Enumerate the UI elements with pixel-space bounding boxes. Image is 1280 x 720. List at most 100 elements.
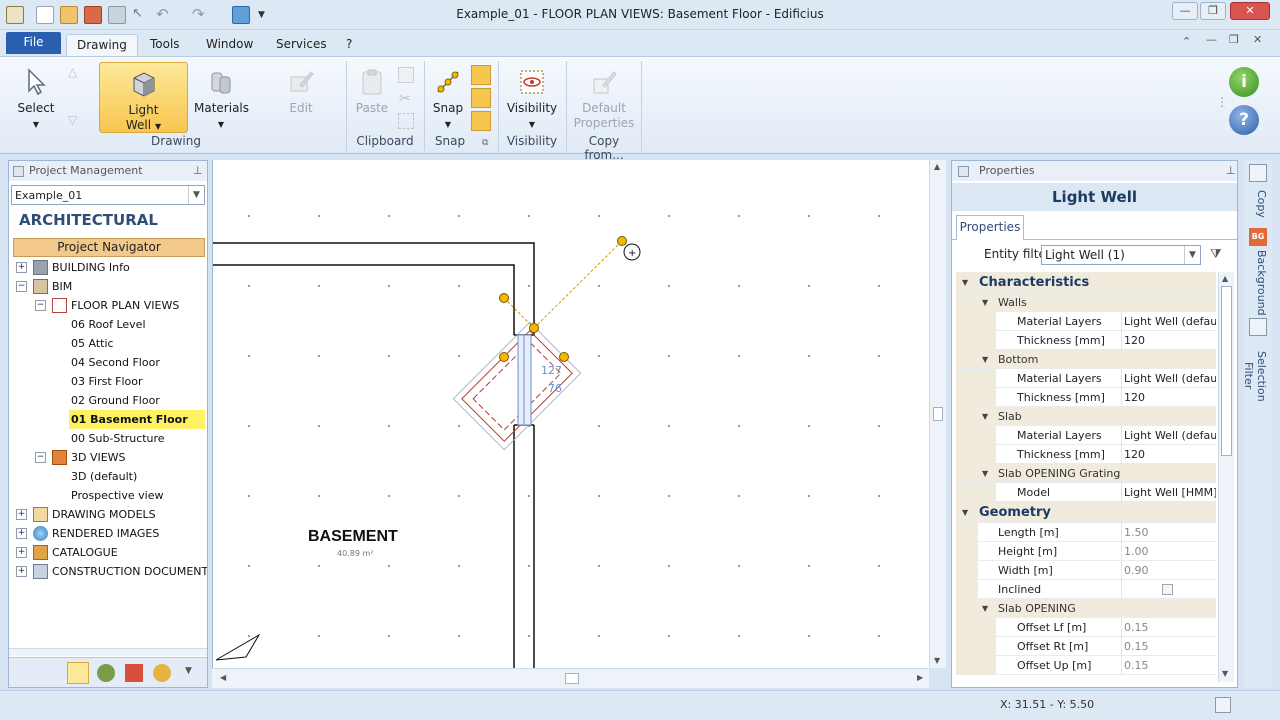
property-value[interactable]: Light Well (default) (1121, 426, 1216, 445)
tree-item-3d-default[interactable]: 3D (default) (71, 467, 137, 486)
property-value[interactable]: 120 (1121, 388, 1216, 407)
materials-button[interactable]: Materials ▼ (194, 67, 249, 132)
tab-drawing[interactable]: Drawing (66, 34, 138, 56)
background-panel-icon[interactable]: BG (1249, 228, 1267, 246)
property-row[interactable]: Material Layers Light Well (default) (956, 426, 1216, 445)
collapse-arrow-icon[interactable]: ▼ (962, 272, 968, 293)
tree-item-sub-structure[interactable]: 00 Sub-Structure (71, 429, 165, 448)
floor-plan-drawing[interactable]: 127 76 + BASEMENT 40.89 m² (213, 160, 929, 668)
mep-mode-icon[interactable] (153, 664, 171, 682)
property-row[interactable]: Length [m] 1.50 (956, 523, 1216, 542)
entity-filter-select[interactable]: Light Well (1) ▼ (1041, 245, 1201, 265)
tab-tools[interactable]: Tools (140, 34, 190, 56)
scroll-down-icon[interactable]: ▽ (68, 113, 77, 127)
pin-icon[interactable]: ⊥ (1226, 164, 1236, 177)
scroll-up-arrow-icon[interactable]: ▲ (1222, 274, 1228, 283)
doc-minimize-icon[interactable]: — (1206, 33, 1217, 46)
tree-item-first-floor[interactable]: 03 First Floor (71, 372, 143, 391)
tab-window[interactable]: Window (196, 34, 263, 56)
tab-properties[interactable]: Properties (956, 215, 1024, 240)
properties-scroll-thumb[interactable] (1221, 286, 1232, 456)
visibility-button[interactable]: Visibility ▼ (504, 67, 560, 132)
property-value[interactable]: 0.90 (1121, 561, 1216, 580)
expand-icon[interactable]: + (16, 547, 27, 558)
wall-lower[interactable] (513, 425, 535, 668)
tree-item-second-floor[interactable]: 04 Second Floor (71, 353, 160, 372)
group-bottom[interactable]: ▼ Bottom (956, 350, 1216, 369)
inclined-checkbox[interactable] (1162, 584, 1173, 595)
properties-vertical-scrollbar[interactable]: ▲ ▼ (1218, 272, 1234, 682)
tree-item-building-info[interactable]: + BUILDING Info (9, 258, 207, 277)
side-tab-selection-filter[interactable]: Selection Filter (1242, 340, 1268, 412)
tree-item-roof-level[interactable]: 06 Roof Level (71, 315, 146, 334)
group-grating[interactable]: ▼ Slab OPENING Grating (956, 464, 1216, 483)
category-characteristics[interactable]: ▼ Characteristics (956, 272, 1216, 293)
property-row[interactable]: Offset Rt [m] 0.15 (956, 637, 1216, 656)
tree-item-basement-floor[interactable]: 01 Basement Floor (69, 410, 205, 429)
group-slab-opening[interactable]: ▼ Slab OPENING (956, 599, 1216, 618)
wall-inner[interactable] (213, 264, 515, 335)
snap-button[interactable]: Snap ▼ (428, 67, 468, 132)
maximize-button[interactable]: ❐ (1200, 2, 1226, 20)
collapse-arrow-icon[interactable]: ▼ (982, 407, 988, 426)
property-row[interactable]: Height [m] 1.00 (956, 542, 1216, 561)
expand-icon[interactable]: + (16, 528, 27, 539)
property-value[interactable]: 1.00 (1121, 542, 1216, 561)
property-value[interactable]: Light Well (default) (1121, 369, 1216, 388)
group-slab[interactable]: ▼ Slab (956, 407, 1216, 426)
copy-panel-icon[interactable] (1249, 164, 1267, 182)
property-row[interactable]: Offset Lf [m] 0.15 (956, 618, 1216, 637)
side-tab-background[interactable]: Background (1248, 250, 1268, 316)
status-settings-icon[interactable] (1215, 697, 1231, 713)
select-button[interactable]: Select ▼ (12, 67, 60, 132)
more-modes-icon[interactable]: ▼ (185, 666, 192, 676)
doc-close-icon[interactable]: ✕ (1253, 33, 1262, 46)
property-row[interactable]: Thickness [mm] 120 (956, 445, 1216, 464)
scroll-up-arrow-icon[interactable]: ▲ (934, 162, 940, 171)
property-value[interactable]: 0.15 (1121, 656, 1216, 675)
collapse-arrow-icon[interactable]: ▼ (982, 599, 988, 618)
doc-restore-icon[interactable]: ❐ (1229, 33, 1239, 46)
tree-item-ground-floor[interactable]: 02 Ground Floor (71, 391, 160, 410)
tree-item-3d-views[interactable]: − 3D VIEWS (9, 448, 207, 467)
light-well-button[interactable]: Light Well ▼ (99, 62, 188, 133)
collapse-arrow-icon[interactable]: ▼ (982, 464, 988, 483)
snap-endpoint-toggle[interactable] (471, 65, 491, 85)
property-value[interactable]: Light Well [HMM] (C (1121, 483, 1216, 502)
rotation-handle[interactable] (617, 236, 627, 246)
canvas-horizontal-scrollbar[interactable]: ◀ ▶ (212, 668, 929, 688)
vertical-scroll-thumb[interactable] (933, 407, 943, 421)
help-icon[interactable]: ? (1229, 105, 1259, 135)
collapse-icon[interactable]: − (16, 281, 27, 292)
ribbon-collapse-icon[interactable]: ⌃ (1182, 35, 1191, 48)
expand-icon[interactable]: + (16, 509, 27, 520)
selection-filter-icon[interactable] (1249, 318, 1267, 336)
property-value[interactable]: Light Well (default) (1121, 312, 1216, 331)
side-tab-copy[interactable]: Copy (1248, 186, 1268, 222)
canvas-vertical-scrollbar[interactable]: ▲ ▼ (929, 160, 946, 668)
property-value[interactable]: 120 (1121, 445, 1216, 464)
snap-dialog-launcher-icon[interactable]: ⧉ (482, 138, 488, 148)
select-all-icon[interactable] (398, 113, 414, 129)
property-row[interactable]: Offset Up [m] 0.15 (956, 656, 1216, 675)
property-row[interactable]: Material Layers Light Well (default) (956, 369, 1216, 388)
tree-item-rendered-images[interactable]: + RENDERED IMAGES (9, 524, 207, 543)
tree-item-prospective-view[interactable]: Prospective view (71, 486, 163, 505)
collapse-arrow-icon[interactable]: ▼ (982, 350, 988, 369)
property-value[interactable]: 0.15 (1121, 618, 1216, 637)
default-properties-button[interactable]: Default Properties (572, 67, 636, 131)
structural-mode-icon[interactable] (125, 664, 143, 682)
info-icon[interactable]: i (1229, 67, 1259, 97)
scroll-up-icon[interactable]: △ (68, 65, 77, 79)
paste-button[interactable]: Paste (352, 67, 392, 116)
property-row[interactable]: Model Light Well [HMM] (C (956, 483, 1216, 502)
property-row[interactable]: Thickness [mm] 120 (956, 331, 1216, 350)
tree-item-catalogue[interactable]: + CATALOGUE (9, 543, 207, 562)
tree-item-bim[interactable]: − BIM (9, 277, 207, 296)
scroll-right-arrow-icon[interactable]: ▶ (917, 673, 923, 682)
expand-icon[interactable]: + (16, 262, 27, 273)
property-value[interactable]: 0.15 (1121, 637, 1216, 656)
property-row[interactable]: Width [m] 0.90 (956, 561, 1216, 580)
property-row[interactable]: Inclined (956, 580, 1216, 599)
room-name[interactable]: BASEMENT (308, 528, 398, 545)
